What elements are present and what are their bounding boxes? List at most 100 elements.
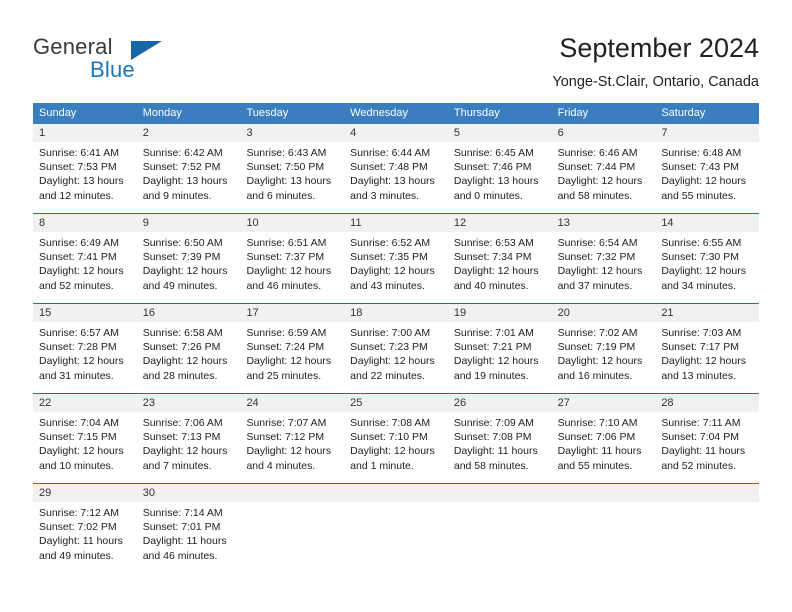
day-cell[interactable]: Sunrise: 7:10 AM Sunset: 7:06 PM Dayligh… <box>552 412 656 483</box>
sunrise-text: Sunrise: 7:07 AM <box>246 417 327 429</box>
day-cell[interactable]: Sunrise: 6:49 AM Sunset: 7:41 PM Dayligh… <box>33 232 137 303</box>
day-number[interactable]: 2 <box>137 124 241 142</box>
sunset-text: Sunset: 7:26 PM <box>142 341 221 354</box>
daylight-text-line2: and 16 minutes. <box>557 369 633 382</box>
day-cell[interactable]: Sunrise: 7:09 AM Sunset: 7:08 PM Dayligh… <box>448 412 552 483</box>
day-number[interactable]: 26 <box>448 394 552 412</box>
day-cell[interactable]: Sunrise: 6:51 AM Sunset: 7:37 PM Dayligh… <box>240 232 344 303</box>
day-number[interactable]: 7 <box>655 124 759 142</box>
daylight-text-line1: Daylight: 12 hours <box>246 445 332 458</box>
daylight-text-line2: and 0 minutes. <box>453 189 523 202</box>
day-number[interactable]: 3 <box>240 124 344 142</box>
day-number[interactable]: 24 <box>240 394 344 412</box>
week-row: 22 23 24 25 26 27 28 Sunrise: 7:04 AM Su… <box>33 393 759 483</box>
day-number[interactable]: 14 <box>655 214 759 232</box>
day-cell[interactable]: Sunrise: 6:57 AM Sunset: 7:28 PM Dayligh… <box>33 322 137 393</box>
day-cell[interactable]: Sunrise: 6:54 AM Sunset: 7:32 PM Dayligh… <box>552 232 656 303</box>
day-number[interactable]: 18 <box>344 304 448 322</box>
day-number[interactable]: 25 <box>344 394 448 412</box>
day-cell[interactable]: Sunrise: 6:45 AM Sunset: 7:46 PM Dayligh… <box>448 142 552 213</box>
day-cell[interactable]: Sunrise: 7:03 AM Sunset: 7:17 PM Dayligh… <box>655 322 759 393</box>
day-number[interactable]: 4 <box>344 124 448 142</box>
day-cell[interactable]: Sunrise: 6:59 AM Sunset: 7:24 PM Dayligh… <box>240 322 344 393</box>
page-title: September 2024 <box>559 33 759 63</box>
weekday-header-thursday: Thursday <box>453 107 500 119</box>
sunset-text: Sunset: 7:12 PM <box>246 431 325 444</box>
day-cell[interactable]: Sunrise: 6:41 AM Sunset: 7:53 PM Dayligh… <box>33 142 137 213</box>
day-number[interactable]: 15 <box>33 304 137 322</box>
daylight-text-line1: Daylight: 12 hours <box>246 355 332 368</box>
day-cell[interactable]: Sunrise: 6:44 AM Sunset: 7:48 PM Dayligh… <box>344 142 448 213</box>
sunset-text: Sunset: 7:24 PM <box>246 341 325 354</box>
daylight-text-line2: and 46 minutes. <box>142 549 218 562</box>
sunset-text: Sunset: 7:53 PM <box>39 161 117 174</box>
weekday-header-wednesday: Wednesday <box>350 107 409 119</box>
day-number[interactable]: 19 <box>448 304 552 322</box>
day-cell[interactable]: Sunrise: 6:43 AM Sunset: 7:50 PM Dayligh… <box>240 142 344 213</box>
sunset-text: Sunset: 7:37 PM <box>246 251 325 264</box>
week-daynumber-band: 22 23 24 25 26 27 28 <box>33 394 759 412</box>
day-cell[interactable]: Sunrise: 6:42 AM Sunset: 7:52 PM Dayligh… <box>137 142 241 213</box>
day-cell[interactable]: Sunrise: 6:46 AM Sunset: 7:44 PM Dayligh… <box>552 142 656 213</box>
day-cell[interactable]: Sunrise: 7:06 AM Sunset: 7:13 PM Dayligh… <box>137 412 241 483</box>
day-number[interactable]: 1 <box>33 124 137 142</box>
day-cell[interactable]: Sunrise: 7:08 AM Sunset: 7:10 PM Dayligh… <box>344 412 448 483</box>
daylight-text-line2: and 34 minutes. <box>661 279 737 292</box>
day-number[interactable]: 27 <box>552 394 656 412</box>
sunset-text: Sunset: 7:35 PM <box>350 251 428 264</box>
daylight-text-line2: and 4 minutes. <box>246 459 316 472</box>
day-number[interactable]: 22 <box>33 394 137 412</box>
day-number-empty <box>655 484 759 502</box>
day-number[interactable]: 21 <box>655 304 759 322</box>
daylight-text-line1: Daylight: 12 hours <box>246 265 332 278</box>
day-cell[interactable]: Sunrise: 7:01 AM Sunset: 7:21 PM Dayligh… <box>448 322 552 393</box>
day-cell[interactable]: Sunrise: 7:12 AM Sunset: 7:02 PM Dayligh… <box>33 502 137 573</box>
sunrise-text: Sunrise: 6:52 AM <box>350 237 431 249</box>
day-number[interactable]: 6 <box>552 124 656 142</box>
daylight-text-line1: Daylight: 11 hours <box>661 445 746 458</box>
daylight-text-line2: and 31 minutes. <box>39 369 114 382</box>
weekday-header-saturday: Saturday <box>661 107 706 119</box>
day-number[interactable]: 13 <box>552 214 656 232</box>
day-cell[interactable]: Sunrise: 7:02 AM Sunset: 7:19 PM Dayligh… <box>552 322 656 393</box>
daylight-text-line2: and 13 minutes. <box>661 369 737 382</box>
day-cell[interactable]: Sunrise: 6:53 AM Sunset: 7:34 PM Dayligh… <box>448 232 552 303</box>
sunset-text: Sunset: 7:41 PM <box>39 251 117 264</box>
day-cell[interactable]: Sunrise: 7:00 AM Sunset: 7:23 PM Dayligh… <box>344 322 448 393</box>
day-cell[interactable]: Sunrise: 7:07 AM Sunset: 7:12 PM Dayligh… <box>240 412 344 483</box>
day-cell[interactable]: Sunrise: 6:55 AM Sunset: 7:30 PM Dayligh… <box>655 232 759 303</box>
sunset-text: Sunset: 7:32 PM <box>557 251 636 264</box>
day-number[interactable]: 5 <box>448 124 552 142</box>
day-number[interactable]: 23 <box>137 394 241 412</box>
day-number[interactable]: 9 <box>137 214 241 232</box>
daylight-text-line2: and 9 minutes. <box>142 189 212 202</box>
sunset-text: Sunset: 7:23 PM <box>350 341 428 354</box>
day-cell[interactable]: Sunrise: 6:52 AM Sunset: 7:35 PM Dayligh… <box>344 232 448 303</box>
day-cell[interactable]: Sunrise: 7:04 AM Sunset: 7:15 PM Dayligh… <box>33 412 137 483</box>
sunset-text: Sunset: 7:15 PM <box>39 431 117 444</box>
day-cell[interactable]: Sunrise: 6:48 AM Sunset: 7:43 PM Dayligh… <box>655 142 759 213</box>
day-number[interactable]: 10 <box>240 214 344 232</box>
weekday-header-friday: Friday <box>557 107 589 119</box>
general-blue-logo[interactable]: General Blue <box>33 34 263 90</box>
day-number[interactable]: 12 <box>448 214 552 232</box>
sunrise-text: Sunrise: 6:49 AM <box>39 237 119 249</box>
day-number[interactable]: 29 <box>33 484 137 502</box>
day-number[interactable]: 16 <box>137 304 241 322</box>
day-cell[interactable]: Sunrise: 6:58 AM Sunset: 7:26 PM Dayligh… <box>137 322 241 393</box>
sunrise-text: Sunrise: 6:58 AM <box>142 327 223 339</box>
day-number[interactable]: 11 <box>344 214 448 232</box>
day-number[interactable]: 8 <box>33 214 137 232</box>
daylight-text-line2: and 19 minutes. <box>453 369 529 382</box>
day-number[interactable]: 20 <box>552 304 656 322</box>
day-number[interactable]: 28 <box>655 394 759 412</box>
day-number[interactable]: 17 <box>240 304 344 322</box>
daylight-text-line1: Daylight: 12 hours <box>142 445 228 458</box>
day-number[interactable]: 30 <box>137 484 241 502</box>
day-cell[interactable]: Sunrise: 7:14 AM Sunset: 7:01 PM Dayligh… <box>137 502 241 573</box>
day-cell[interactable]: Sunrise: 7:11 AM Sunset: 7:04 PM Dayligh… <box>655 412 759 483</box>
calendar-page: General Blue September 2024 Yonge-St.Cla… <box>0 0 792 612</box>
day-cell[interactable]: Sunrise: 6:50 AM Sunset: 7:39 PM Dayligh… <box>137 232 241 303</box>
daylight-text-line1: Daylight: 12 hours <box>557 175 643 188</box>
sunset-text: Sunset: 7:30 PM <box>661 251 739 264</box>
